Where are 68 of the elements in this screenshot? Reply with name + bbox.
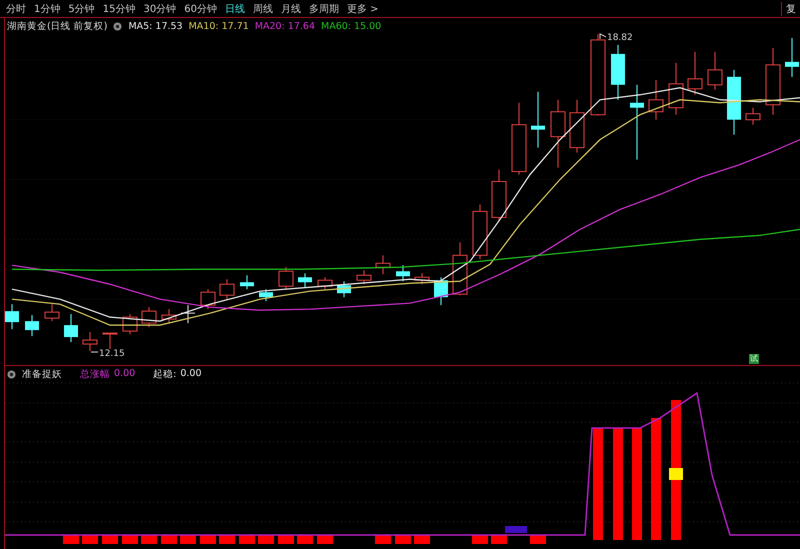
period-tab[interactable]: 1分钟: [34, 2, 60, 16]
settings-icon[interactable]: [7, 370, 16, 379]
candlestick: [611, 44, 625, 100]
candlestick: [472, 204, 488, 260]
candlestick: [550, 99, 566, 168]
candlestick: [278, 266, 294, 290]
trial-badge: 试: [749, 354, 759, 364]
candlestick: [648, 79, 664, 120]
period-tab[interactable]: 60分钟: [184, 2, 217, 16]
candlestick: [492, 169, 506, 222]
candlestick: [259, 288, 273, 302]
candlestick: [240, 274, 254, 290]
moving-average-reading: MA5: 17.53: [128, 21, 183, 32]
low-marker-icon: [90, 352, 98, 353]
candlestick: [688, 51, 702, 96]
candlestick: [785, 37, 799, 78]
candlestick: [200, 288, 216, 310]
moving-average-reading: MA10: 17.71: [188, 21, 249, 32]
restore-rights-button[interactable]: 复: [781, 2, 800, 16]
high-price-label: 18.82: [607, 32, 633, 43]
candlestick: [44, 304, 60, 322]
indicator-label: 总涨幅: [80, 368, 110, 381]
candlestick: [452, 242, 468, 296]
period-tab[interactable]: 分时: [6, 2, 26, 16]
candlestick: [298, 272, 312, 288]
period-tab[interactable]: 月线: [280, 2, 301, 16]
candlestick: [142, 306, 156, 328]
period-tab[interactable]: 30分钟: [143, 2, 176, 16]
indicator-title: 准备捉妖: [22, 368, 62, 381]
candlestick: [180, 304, 196, 324]
candlestick: [64, 314, 78, 343]
indicator-bar: [505, 526, 527, 533]
candlestick: [414, 272, 430, 285]
indicator-value: 0.00: [114, 368, 136, 381]
candlestick: [668, 62, 684, 116]
candlestick: [746, 107, 760, 126]
moving-average-reading: MA20: 17.64: [254, 21, 316, 32]
low-price-label: 12.15: [99, 349, 125, 360]
candlestick: [376, 254, 390, 275]
high-marker-icon: [600, 33, 606, 40]
candlestick: [727, 69, 741, 136]
candlestick: [531, 91, 545, 148]
candlestick: [708, 51, 722, 90]
moving-average-reading: MA60: 15.00: [321, 21, 382, 32]
period-tab[interactable]: 5分钟: [68, 2, 95, 16]
candlestick: [570, 99, 584, 154]
candlestick: [162, 308, 176, 324]
candlestick: [5, 304, 19, 330]
candlestick: [766, 47, 780, 116]
candlestick: [102, 332, 118, 350]
candlestick: [318, 276, 332, 290]
candlestick: [396, 264, 410, 282]
candlestick: [25, 314, 39, 337]
period-tab[interactable]: 多周期: [308, 2, 339, 16]
stock-title: 湖南黄金(日线 前复权): [7, 20, 108, 33]
candlestick: [220, 278, 234, 300]
period-tab[interactable]: 15分钟: [102, 2, 136, 16]
candlestick: [356, 270, 372, 285]
settings-icon[interactable]: [113, 22, 122, 31]
indicator-value: 0.00: [180, 368, 202, 381]
indicator-label: 起稳:: [153, 368, 176, 381]
candlestick: [82, 332, 98, 352]
candlestick: [337, 280, 351, 298]
period-tab[interactable]: 周线: [252, 2, 273, 16]
candlestick: [122, 314, 138, 335]
candlestick: [434, 276, 448, 306]
period-tab[interactable]: 日线: [224, 2, 245, 16]
period-tab[interactable]: 更多 >: [346, 2, 379, 16]
